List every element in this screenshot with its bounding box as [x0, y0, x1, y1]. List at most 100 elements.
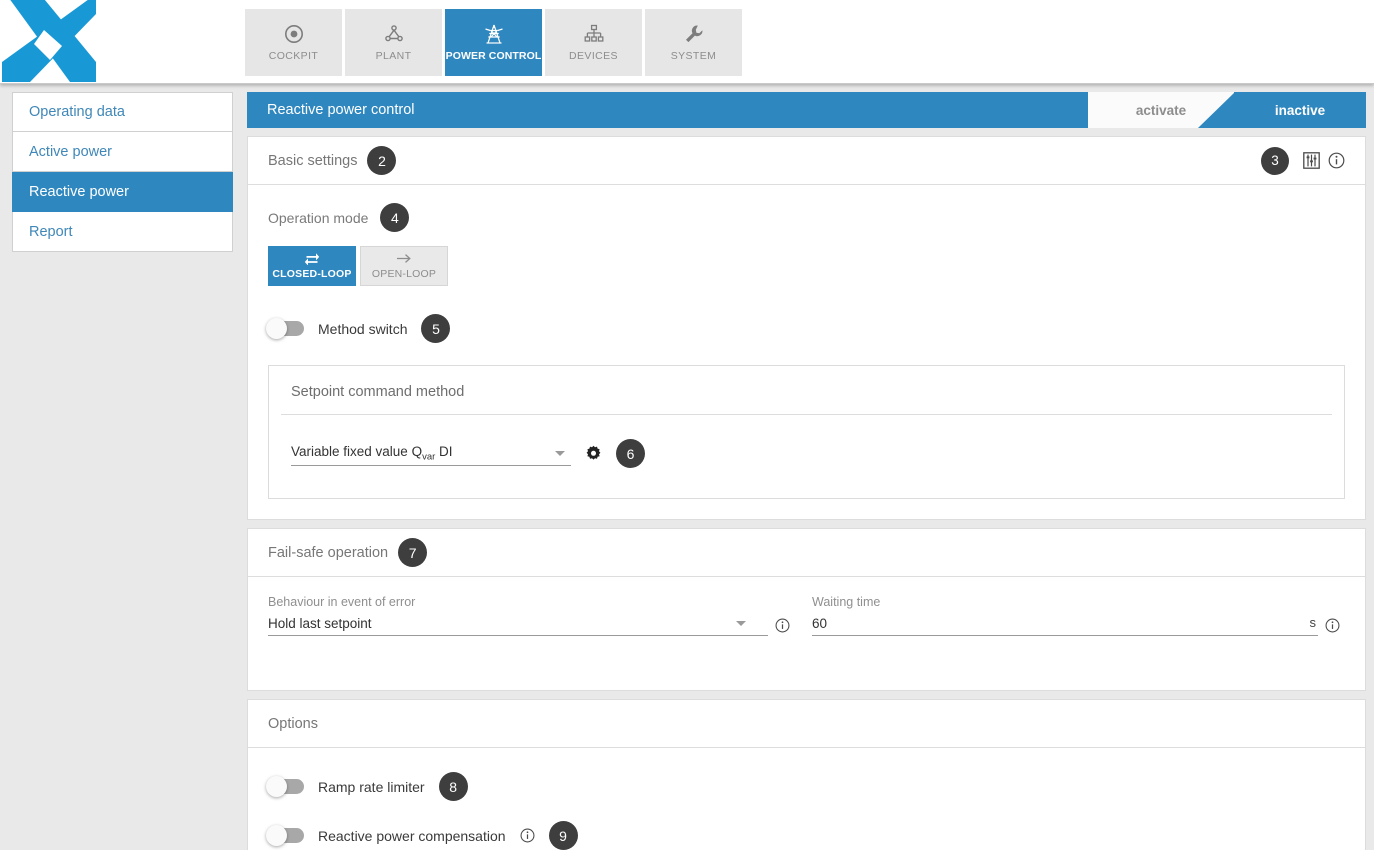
info-icon[interactable]	[520, 828, 535, 843]
options-header: Options	[248, 700, 1365, 748]
content-area: Reactive power control activate inactive…	[245, 84, 1374, 850]
behaviour-select[interactable]: Hold last setpoint	[268, 612, 768, 636]
behaviour-value: Hold last setpoint	[268, 616, 372, 631]
waiting-time-label: Waiting time	[812, 595, 1318, 609]
nav-tab-label: POWER CONTROL	[446, 50, 542, 62]
page-title: Reactive power control	[247, 102, 415, 118]
waiting-time-unit: s	[1310, 615, 1317, 630]
top-bar: COCKPIT PLANT	[0, 0, 1374, 84]
nav-tab-devices[interactable]: DEVICES	[545, 9, 642, 76]
waiting-time-field: Waiting time 60 s	[812, 595, 1318, 636]
inactive-label: inactive	[1275, 103, 1325, 118]
inactive-button[interactable]: inactive	[1234, 92, 1366, 128]
nav-tab-label: SYSTEM	[671, 50, 717, 62]
sidebar: Operating data Active power Reactive pow…	[0, 84, 245, 850]
nav-tab-system[interactable]: SYSTEM	[645, 9, 742, 76]
setpoint-method-select[interactable]: Variable fixed value Qvar DI	[291, 442, 571, 466]
plant-network-icon	[383, 23, 405, 45]
basic-settings-panel: Basic settings 2 3	[247, 136, 1366, 520]
failsafe-title: Fail-safe operation	[268, 545, 388, 561]
step-badge-2: 2	[367, 146, 396, 175]
waiting-time-value: 60	[812, 616, 827, 631]
open-loop-button[interactable]: OPEN-LOOP	[360, 246, 448, 286]
sidebar-item-operating-data[interactable]: Operating data	[12, 92, 233, 132]
options-body: Ramp rate limiter 8 Reactive power compe…	[248, 748, 1365, 850]
option-row-ramp-rate-limiter: Ramp rate limiter 8	[268, 772, 1345, 801]
method-switch-label: Method switch	[318, 321, 407, 337]
setpoint-select-row: Variable fixed value Qvar DI 6	[291, 439, 1322, 468]
option-row-reactive-power-compensation: Reactive power compensation 9	[268, 821, 1345, 850]
waiting-time-input[interactable]: 60 s	[812, 612, 1318, 636]
toggle-knob	[266, 825, 287, 846]
step-badge-5: 5	[421, 314, 450, 343]
basic-settings-header: Basic settings 2 3	[248, 137, 1365, 185]
step-badge-9: 9	[549, 821, 578, 850]
sidebar-item-report[interactable]: Report	[12, 212, 233, 252]
options-panel: Options Ramp rate limiter 8 Reactive pow…	[247, 699, 1366, 850]
x-logo	[0, 0, 96, 82]
setpoint-card-title: Setpoint command method	[269, 366, 1344, 414]
gear-icon[interactable]	[585, 445, 602, 462]
operation-mode-buttons: CLOSED-LOOP OPEN-LOOP	[268, 246, 1345, 286]
sidebar-item-label: Operating data	[29, 104, 125, 120]
loop-arrows-icon	[304, 252, 320, 265]
info-icon[interactable]	[775, 618, 790, 633]
basic-settings-body: Operation mode 4 CLOSED-LOOP	[248, 185, 1365, 519]
options-title: Options	[268, 716, 318, 732]
target-icon	[283, 23, 305, 45]
page-title-bar: Reactive power control activate inactive…	[247, 92, 1366, 128]
nav-tab-label: PLANT	[376, 50, 412, 62]
info-icon[interactable]	[1328, 152, 1345, 169]
setpoint-select-line: Variable fixed value Qvar DI	[291, 442, 571, 466]
sidebar-item-label: Reactive power	[29, 184, 129, 200]
setpoint-select-value-sub: var	[422, 451, 435, 462]
ramp-rate-limiter-toggle[interactable]	[268, 779, 304, 794]
method-switch-row: Method switch 5	[268, 314, 1345, 343]
step-badge-4: 4	[380, 203, 409, 232]
failsafe-body: Behaviour in event of error Hold last se…	[248, 577, 1365, 690]
nav-tab-cockpit[interactable]: COCKPIT	[245, 9, 342, 76]
toggle-knob	[266, 318, 287, 339]
step-badge-7: 7	[398, 538, 427, 567]
failsafe-panel: Fail-safe operation 7 Behaviour in event…	[247, 528, 1366, 691]
activation-toggle-group: activate inactive	[1088, 92, 1366, 128]
nav-tab-label: DEVICES	[569, 50, 618, 62]
chevron-down-icon	[555, 451, 565, 456]
nav-tab-power-control[interactable]: POWER CONTROL	[445, 9, 542, 76]
setpoint-command-method-card: Setpoint command method Variable fixed v…	[268, 365, 1345, 499]
nav-tab-label: COCKPIT	[269, 50, 318, 62]
step-badge-8: 8	[439, 772, 468, 801]
closed-loop-label: CLOSED-LOOP	[272, 268, 351, 280]
setpoint-select-value: Variable fixed value Qvar DI	[291, 444, 453, 463]
basic-settings-title: Basic settings	[268, 153, 357, 169]
sidebar-item-active-power[interactable]: Active power	[12, 132, 233, 172]
ramp-rate-limiter-label: Ramp rate limiter	[318, 779, 425, 795]
sidebar-item-label: Active power	[29, 144, 112, 160]
behaviour-in-event-of-error-field: Behaviour in event of error Hold last se…	[268, 595, 768, 636]
sidebar-item-label: Report	[29, 224, 73, 240]
failsafe-header: Fail-safe operation 7	[248, 529, 1365, 577]
open-loop-label: OPEN-LOOP	[372, 268, 436, 280]
operation-mode-label: Operation mode	[268, 210, 368, 226]
sidebar-item-reactive-power[interactable]: Reactive power	[12, 172, 233, 212]
main-navigation: COCKPIT PLANT	[245, 9, 742, 76]
wrench-icon	[683, 23, 705, 45]
app-root: COCKPIT PLANT	[0, 0, 1374, 850]
method-switch-toggle[interactable]	[268, 321, 304, 336]
sliders-icon[interactable]	[1303, 152, 1320, 169]
step-badge-3: 3	[1261, 147, 1289, 175]
power-tower-icon	[483, 23, 505, 45]
operation-mode-label-row: Operation mode 4	[268, 203, 1345, 232]
setpoint-card-body: Variable fixed value Qvar DI 6	[269, 415, 1344, 498]
info-icon[interactable]	[1325, 618, 1340, 633]
closed-loop-button[interactable]: CLOSED-LOOP	[268, 246, 356, 286]
activate-label: activate	[1136, 103, 1186, 118]
setpoint-select-value-main: Variable fixed value Q	[291, 444, 422, 459]
setpoint-select-value-tail: DI	[435, 444, 452, 459]
nav-tab-plant[interactable]: PLANT	[345, 9, 442, 76]
arrow-right-icon	[396, 252, 412, 265]
basic-settings-header-icons: 3	[1261, 147, 1345, 175]
chevron-down-icon	[736, 621, 746, 626]
behaviour-label: Behaviour in event of error	[268, 595, 768, 609]
reactive-power-compensation-toggle[interactable]	[268, 828, 304, 843]
